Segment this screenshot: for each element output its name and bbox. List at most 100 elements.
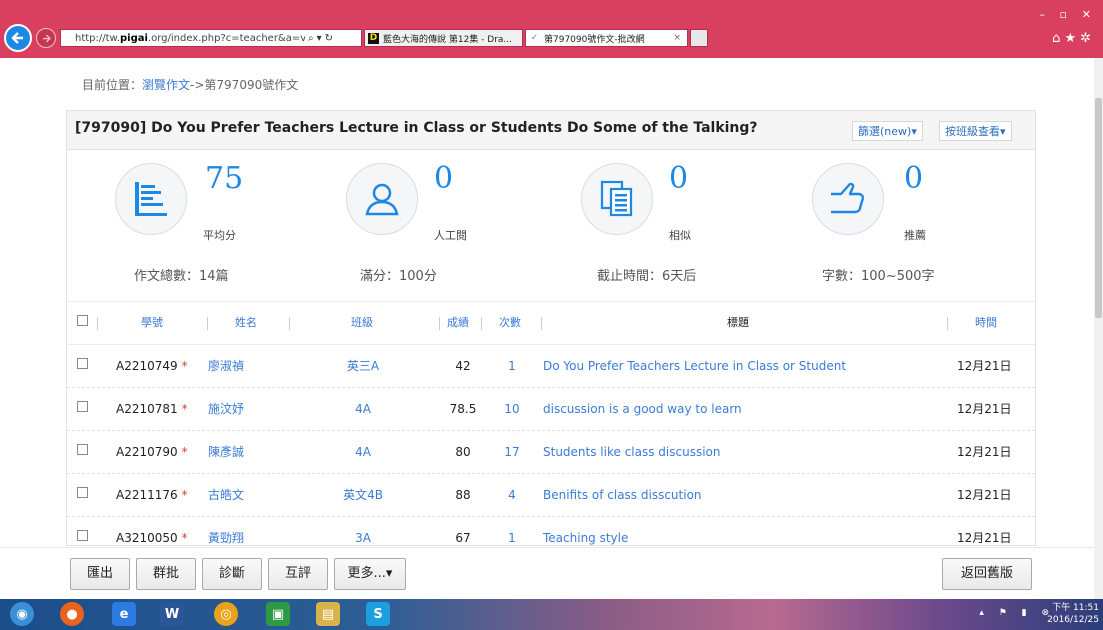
submission-count-link[interactable]: 17: [501, 431, 523, 473]
student-name-link[interactable]: 施汶妤: [208, 388, 244, 430]
store-icon[interactable]: ▣: [266, 602, 290, 626]
column-header-count[interactable]: 次數: [499, 302, 521, 344]
windows-taskbar: ◉ ● e W ◎ ▣ ▤ S ▴ ⚑ ▮ ⊗ 下午 11:51 2016/12…: [0, 599, 1103, 630]
column-header-score[interactable]: 成績: [447, 302, 469, 344]
submission-count-link[interactable]: 1: [501, 517, 523, 545]
start-button-icon[interactable]: ◉: [10, 602, 34, 626]
score: 80: [455, 445, 471, 459]
diagnose-button[interactable]: 診斷: [202, 558, 262, 590]
student-id: A3210050 *: [116, 531, 188, 545]
essay-table: 學號 姓名 班級 成績 次數 標題 時間 A2210749 * 廖淑禎 英三A 4…: [67, 301, 1035, 545]
stat-caption: 推薦: [904, 229, 926, 242]
student-name-link[interactable]: 廖淑禎: [208, 345, 244, 387]
student-name-link[interactable]: 黃勁翔: [208, 517, 244, 545]
minimize-icon[interactable]: –: [1040, 8, 1046, 21]
address-bar[interactable]: http://tw.pigai.org/index.php?c=teacher&…: [60, 29, 362, 47]
peer-review-button[interactable]: 互評: [268, 558, 328, 590]
stat-circle: [581, 163, 653, 235]
file-explorer-icon[interactable]: ▤: [316, 602, 340, 626]
submission-count-link[interactable]: 1: [501, 345, 523, 387]
close-window-icon[interactable]: ✕: [1082, 8, 1091, 21]
clock-time: 下午 11:51: [1052, 603, 1099, 613]
info-word-count: 字數：100~500字: [822, 269, 935, 284]
stat-caption: 平均分: [203, 229, 236, 242]
back-to-old-version-button[interactable]: 返回舊版: [942, 558, 1032, 590]
class-link[interactable]: 4A: [335, 431, 391, 473]
favorites-star-icon[interactable]: ★: [1064, 31, 1080, 46]
taskbar-clock[interactable]: 下午 11:51 2016/12/25: [1047, 602, 1099, 626]
table-row: A2210790 * 陳彥誠 4A 80 17 Students like cla…: [67, 431, 1035, 474]
info-full-score: 滿分：100分: [360, 269, 437, 284]
row-checkbox[interactable]: [77, 358, 88, 369]
firefox-icon[interactable]: ●: [60, 602, 84, 626]
score: 88: [455, 488, 471, 502]
tab-drama[interactable]: D 藍色大海的傳說 第12集 - Dra...: [364, 29, 523, 47]
row-checkbox[interactable]: [77, 530, 88, 541]
submission-count-link[interactable]: 4: [501, 474, 523, 516]
page-scrollbar[interactable]: [1094, 58, 1103, 599]
view-by-class-button[interactable]: 按班級查看▾: [939, 121, 1012, 141]
search-icon[interactable]: ⌕: [308, 33, 314, 44]
column-header-id[interactable]: 學號: [141, 302, 163, 344]
column-header-class[interactable]: 班級: [351, 302, 373, 344]
breadcrumb-prefix: 目前位置：: [82, 78, 143, 92]
essay-title-link[interactable]: Benifits of class disscution: [543, 474, 702, 516]
essay-title-link[interactable]: discussion is a good way to learn: [543, 388, 742, 430]
submit-time: 12月21日: [957, 402, 1012, 416]
select-all-checkbox[interactable]: [77, 315, 88, 326]
class-link[interactable]: 4A: [335, 388, 391, 430]
essay-title-link[interactable]: Students like class discussion: [543, 431, 721, 473]
student-id: A2210781 *: [116, 402, 188, 416]
row-checkbox[interactable]: [77, 444, 88, 455]
back-button[interactable]: [4, 24, 32, 52]
internet-explorer-icon[interactable]: e: [112, 602, 136, 626]
restore-icon[interactable]: ▫: [1060, 8, 1067, 21]
skype-icon[interactable]: S: [366, 602, 390, 626]
chrome-icon[interactable]: ◎: [214, 602, 238, 626]
clock-date: 2016/12/25: [1047, 615, 1099, 625]
word-icon[interactable]: W: [160, 602, 184, 626]
settings-gear-icon[interactable]: ✲: [1080, 31, 1095, 46]
class-link[interactable]: 3A: [335, 517, 391, 545]
tab-essay[interactable]: ✓ 第797090號作文-批改網 ×: [525, 29, 688, 47]
close-tab-icon[interactable]: ×: [673, 33, 681, 43]
class-link[interactable]: 英三A: [335, 345, 391, 387]
filter-button[interactable]: 篩選(new)▾: [852, 121, 923, 141]
score: 67: [455, 531, 471, 545]
table-row: A3210050 * 黃勁翔 3A 67 1 Teaching style 12月…: [67, 517, 1035, 545]
refresh-icon[interactable]: ↻: [325, 33, 333, 44]
bottom-toolbar: 匯出 群批 診斷 互評 更多...▾ 返回舊版: [0, 547, 1103, 600]
essay-title-link[interactable]: Teaching style: [543, 517, 628, 545]
row-checkbox[interactable]: [77, 487, 88, 498]
breadcrumb-link-browse[interactable]: 瀏覽作文: [142, 78, 190, 92]
submission-count-link[interactable]: 10: [501, 388, 523, 430]
stat-caption: 人工閱: [434, 229, 467, 242]
column-header-name[interactable]: 姓名: [235, 302, 257, 344]
row-checkbox[interactable]: [77, 401, 88, 412]
arrow-right-icon: [42, 34, 51, 42]
tab-label: 藍色大海的傳說 第12集 - Dra...: [383, 34, 513, 45]
submit-time: 12月21日: [957, 488, 1012, 502]
table-header-row: 學號 姓名 班級 成績 次數 標題 時間: [67, 301, 1035, 345]
dropdown-icon[interactable]: ▾: [317, 33, 322, 44]
score: 78.5: [449, 402, 477, 416]
essay-title-link[interactable]: Do You Prefer Teachers Lecture in Class …: [543, 345, 846, 387]
scrollbar-thumb[interactable]: [1095, 98, 1102, 318]
tab-favicon-icon: D: [368, 32, 379, 44]
student-name-link[interactable]: 陳彥誠: [208, 431, 244, 473]
page-title: [797090] Do You Prefer Teachers Lecture …: [75, 120, 758, 136]
system-tray[interactable]: ▴ ⚑ ▮ ⊗: [979, 608, 1055, 618]
home-icon[interactable]: ⌂: [1052, 31, 1064, 46]
stat-circle: [812, 163, 884, 235]
column-header-time[interactable]: 時間: [975, 302, 997, 344]
new-tab-button[interactable]: [690, 29, 708, 47]
batch-grade-button[interactable]: 群批: [136, 558, 196, 590]
forward-button[interactable]: [36, 28, 56, 48]
document-list-icon: [135, 182, 167, 216]
student-name-link[interactable]: 古皓文: [208, 474, 244, 516]
breadcrumb-current: ->第797090號作文: [190, 78, 299, 92]
class-link[interactable]: 英文4B: [335, 474, 391, 516]
more-button[interactable]: 更多...▾: [334, 558, 406, 590]
export-button[interactable]: 匯出: [70, 558, 130, 590]
stat-value: 0: [904, 161, 924, 196]
